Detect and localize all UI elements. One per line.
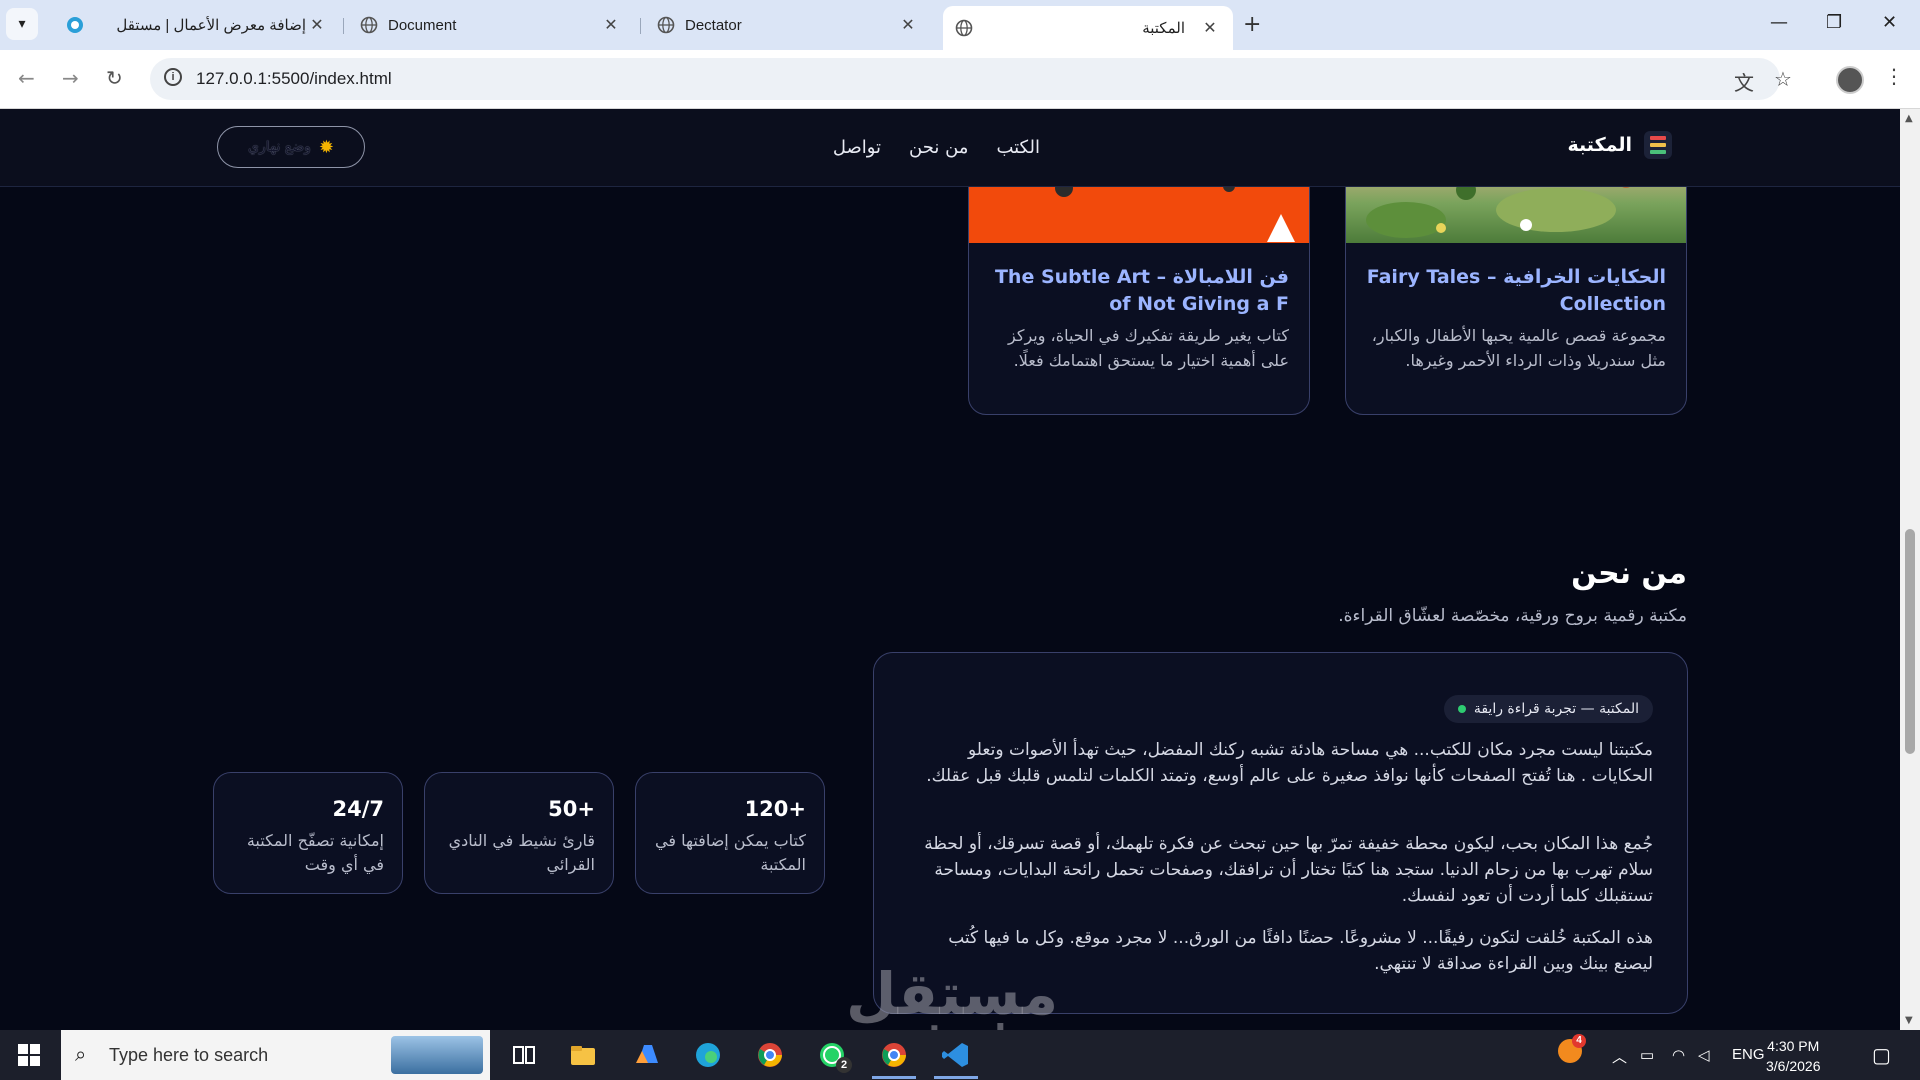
scroll-down-arrow-icon[interactable]: ▼ (1905, 1015, 1913, 1026)
close-icon[interactable]: ✕ (306, 15, 328, 35)
address-bar[interactable]: i 127.0.0.1:5500/index.html (150, 58, 1780, 100)
tab-title: المكتبة (1142, 20, 1185, 37)
back-arrow-icon[interactable]: ← (18, 66, 35, 90)
browser-toolbar: ← → ↻ i 127.0.0.1:5500/index.html 文 ☆ (0, 50, 1920, 109)
about-paragraph: جُمع هذا المكان بحب، ليكون محطة خفيفة تم… (924, 834, 1653, 906)
new-tab-plus-icon[interactable]: + (1243, 12, 1261, 37)
url-text[interactable]: 127.0.0.1:5500/index.html (196, 69, 392, 89)
reload-icon[interactable]: ↻ (106, 66, 123, 90)
taskbar-search-box[interactable]: ⌕ Type here to search (61, 1030, 490, 1080)
brand-name: المكتبة (1567, 134, 1632, 156)
nav-link-books[interactable]: الكتب (996, 137, 1040, 158)
badge-label: المكتبة — تجربة قراءة رايقة (1473, 701, 1639, 717)
status-badge: المكتبة — تجربة قراءة رايقة (1443, 695, 1653, 723)
scrollbar-thumb[interactable] (1905, 529, 1915, 754)
globe-icon (955, 19, 973, 37)
book-description: مجموعة قصص عالمية يحبها الأطفال والكبار،… (1371, 326, 1666, 370)
tab-title: Document (388, 16, 457, 34)
online-dot-icon (1457, 705, 1466, 713)
taskbar-clock[interactable]: 4:30 PM 3/6/2026 (1766, 1036, 1821, 1076)
windows-taskbar: ⌕ Type here to search 2 4 ︿ ▭ ◠ ◁ ENG 4:… (0, 1030, 1920, 1080)
chevron-down-icon: ▾ (18, 16, 26, 32)
battery-icon[interactable]: ▭ (1640, 1046, 1654, 1064)
bookmark-star-icon[interactable]: ☆ (1774, 67, 1792, 91)
book-title[interactable]: فن اللامبالاة – The Subtle Art of Not Gi… (989, 264, 1289, 318)
clock-date: 3/6/2026 (1766, 1058, 1821, 1074)
stat-label: كتاب يمكن إضافتها في المكتبة (655, 831, 806, 874)
page-scrollbar[interactable]: ▲ ▼ (1900, 109, 1920, 1030)
about-heading: من نحن (1571, 556, 1687, 591)
minimize-icon[interactable]: — (1770, 12, 1788, 33)
stat-number: 24/7 (332, 797, 384, 821)
close-window-icon[interactable]: ✕ (1882, 12, 1897, 33)
file-explorer-icon[interactable] (567, 1039, 599, 1071)
theme-toggle-button[interactable]: ✹ وضع نهاري (217, 126, 365, 168)
globe-icon (657, 16, 675, 34)
clock-time: 4:30 PM (1767, 1038, 1820, 1054)
stat-card: 120+ كتاب يمكن إضافتها في المكتبة (635, 772, 825, 894)
whatsapp-badge: 2 (836, 1057, 852, 1073)
chrome-icon[interactable] (754, 1039, 786, 1071)
book-description: كتاب يغير طريقة تفكيرك في الحياة، ويركز … (1008, 326, 1289, 370)
chrome-profile-icon[interactable] (878, 1039, 910, 1071)
forward-arrow-icon[interactable]: → (62, 66, 79, 90)
active-app-indicator (872, 1076, 916, 1079)
action-center-icon[interactable]: ▢ (1872, 1043, 1891, 1068)
close-icon[interactable]: ✕ (897, 15, 919, 35)
stat-card: 50+ قارئ نشيط في النادي القرائي (424, 772, 614, 894)
tab-library[interactable]: المكتبة ✕ (943, 6, 1233, 50)
restore-icon[interactable]: ❐ (1826, 12, 1842, 33)
tab-title: إضافة معرض الأعمال | مستقل (116, 17, 306, 34)
about-subtitle: مكتبة رقمية بروح ورقية، مخصّصة لعشّاق ال… (1338, 606, 1687, 626)
vscode-icon[interactable] (940, 1039, 972, 1071)
more-menu-icon[interactable]: ⋮ (1884, 64, 1904, 88)
volume-icon[interactable]: ◁ (1698, 1046, 1710, 1064)
windows-start-icon[interactable] (18, 1044, 40, 1066)
stat-label: إمكانية تصفّح المكتبة في أي وقت (246, 831, 384, 874)
copilot-icon[interactable] (630, 1039, 662, 1071)
sun-icon: ✹ (318, 136, 334, 158)
tab-document[interactable]: Document ✕ (348, 8, 634, 42)
tab-separator (640, 18, 641, 34)
site-brand[interactable]: المكتبة (1568, 131, 1672, 159)
tab-mostaql[interactable]: إضافة معرض الأعمال | مستقل ✕ (54, 8, 340, 42)
globe-icon (360, 16, 378, 34)
translate-icon[interactable]: 文 (1734, 67, 1754, 96)
about-paragraph: مكتبتنا ليست مجرد مكان للكتب... هي مساحة… (926, 740, 1653, 786)
stat-label: قارئ نشيط في النادي القرائي (448, 831, 595, 874)
nav-links: الكتب من نحن تواصل (833, 137, 1040, 158)
close-icon[interactable]: ✕ (600, 15, 622, 35)
show-hidden-icons-chevron-icon[interactable]: ︿ (1612, 1046, 1627, 1067)
search-placeholder: Type here to search (109, 1045, 269, 1065)
search-icon: ⌕ (75, 1042, 87, 1066)
edge-icon[interactable] (692, 1039, 724, 1071)
site-info-icon[interactable]: i (164, 68, 182, 86)
theme-toggle-label: وضع نهاري (248, 139, 311, 155)
stat-number: 50+ (548, 797, 595, 821)
nav-link-about[interactable]: من نحن (909, 137, 968, 158)
site-navbar: المكتبة الكتب من نحن تواصل ✹ وضع نهاري (0, 109, 1900, 187)
language-indicator[interactable]: ENG (1732, 1046, 1765, 1063)
tab-separator (343, 18, 344, 34)
tab-title: Dectator (685, 16, 742, 34)
book-title[interactable]: الحكايات الخرافية – Fairy Tales Collecti… (1366, 264, 1666, 318)
stat-number: 120+ (744, 797, 806, 821)
profile-avatar[interactable] (1836, 66, 1864, 94)
tab-search-button[interactable]: ▾ (6, 8, 38, 40)
active-app-indicator (934, 1076, 978, 1079)
books-logo-icon (1644, 131, 1672, 159)
search-highlight-image (391, 1036, 483, 1074)
close-icon[interactable]: ✕ (1199, 18, 1221, 38)
wifi-icon[interactable]: ◠ (1672, 1046, 1685, 1064)
mostaql-icon (67, 17, 83, 33)
task-view-icon[interactable] (508, 1039, 540, 1071)
tab-dectator[interactable]: Dectator ✕ (645, 8, 931, 42)
page-viewport: الحكايات الخرافية – Fairy Tales Collecti… (0, 109, 1900, 1030)
notification-badge: 4 (1572, 1034, 1586, 1048)
scroll-up-arrow-icon[interactable]: ▲ (1905, 113, 1913, 124)
stat-card: 24/7 إمكانية تصفّح المكتبة في أي وقت (213, 772, 403, 894)
nav-link-contact[interactable]: تواصل (833, 137, 881, 158)
browser-tab-strip: ▾ إضافة معرض الأعمال | مستقل ✕ Document … (0, 0, 1920, 50)
